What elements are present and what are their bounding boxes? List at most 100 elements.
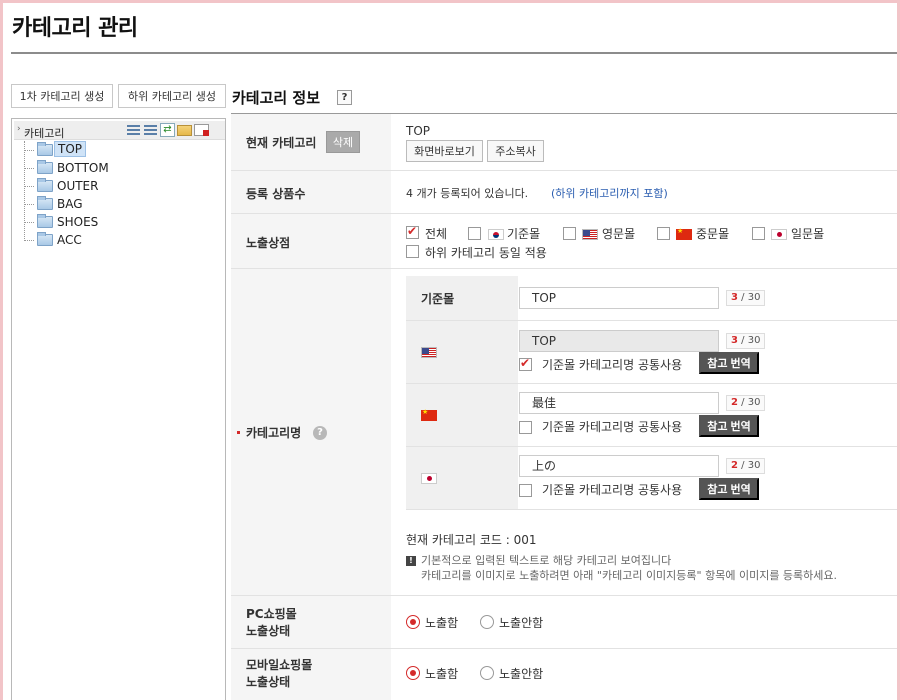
current-category-value: TOP (406, 124, 431, 138)
mobile-status-label-1: 모바일쇼핑몰 (246, 658, 313, 672)
warning-icon: ! (406, 556, 416, 566)
korea-flag-icon (488, 229, 504, 240)
folder-icon (37, 196, 53, 210)
pc-show-radio[interactable] (406, 615, 420, 629)
mobile-status-label-2: 노출상태 (246, 675, 291, 689)
include-sub-link[interactable]: (하위 카테고리까지 포함) (551, 185, 668, 201)
cn-share-label: 기준몰 카테고리명 공통사용 (542, 420, 683, 434)
cn-share-checkbox[interactable] (519, 421, 532, 434)
display-shop-label: 노출상점 (246, 236, 291, 250)
row-divider (391, 648, 897, 649)
product-count-value: 4 개가 등록되어 있습니다. (406, 187, 529, 200)
tree-connector (24, 141, 25, 241)
en-name-input[interactable]: TOP (519, 330, 719, 352)
base-char-counter: 3 / 30 (726, 290, 766, 306)
shop-base-label: 기준몰 (507, 227, 541, 241)
japan-flag-icon (771, 229, 787, 240)
product-count-label: 등록 상품수 (246, 187, 306, 201)
refresh-icon[interactable]: ⇄ (160, 123, 175, 137)
folder-icon (37, 232, 53, 246)
en-share-label: 기준몰 카테고리명 공통사용 (542, 358, 683, 372)
jp-char-counter: 2 / 30 (726, 458, 766, 474)
china-flag-icon (421, 408, 437, 421)
category-tree: › 카테고리 ⇄ TOP BOTTOM OUTER BAG SHOES ACC (11, 118, 226, 700)
help-icon[interactable]: ? (337, 90, 352, 105)
mobile-hide-radio[interactable] (480, 666, 494, 680)
en-translate-button[interactable]: 참고 번역 (699, 352, 759, 374)
label-cell-name: 카테고리명 ? (231, 269, 391, 596)
jp-share-label: 기준몰 카테고리명 공통사용 (542, 483, 683, 497)
pc-hide-label: 노출안함 (499, 616, 544, 630)
label-cell-count: 등록 상품수 (231, 171, 391, 214)
en-char-counter: 3 / 30 (726, 333, 766, 349)
shop-all-checkbox[interactable] (406, 224, 419, 239)
name-note-2: 카테고리를 이미지로 노출하려면 아래 "카테고리 이미지등록" 항목에 이미지… (421, 569, 838, 582)
tree-item-label: ACC (57, 233, 82, 247)
create-first-category-button[interactable]: 1차 카테고리 생성 (11, 84, 113, 108)
row-divider (391, 170, 897, 171)
shop-cn-label: 중문몰 (696, 227, 730, 241)
row-divider (406, 509, 897, 510)
tree-item-label: TOP (54, 141, 87, 157)
tree-root-label: 카테고리 (24, 127, 65, 140)
base-name-input[interactable]: TOP (519, 287, 719, 309)
jp-translate-button[interactable]: 참고 번역 (699, 478, 759, 500)
apply-sub-checkbox[interactable] (406, 245, 419, 258)
tree-item-label: OUTER (57, 179, 99, 193)
page-title: 카테고리 관리 (12, 16, 138, 41)
shop-base-checkbox[interactable] (468, 227, 481, 240)
shop-jp-checkbox[interactable] (752, 227, 765, 240)
delete-category-button[interactable]: 삭제 (326, 131, 360, 153)
category-name-label: 카테고리명 (246, 426, 302, 440)
mobile-show-radio[interactable] (406, 666, 420, 680)
usa-flag-icon (421, 347, 437, 358)
usa-flag-icon (582, 229, 598, 240)
folder-icon (37, 214, 53, 228)
cn-name-input[interactable]: 最佳 (519, 392, 719, 414)
row-divider (391, 268, 897, 269)
category-code: 현재 카테고리 코드 : 001 (406, 533, 537, 547)
copy-url-button[interactable]: 주소복사 (487, 140, 544, 162)
tree-toolbar: ⇄ (126, 123, 209, 137)
tree-item-label: BAG (57, 197, 83, 211)
expand-arrow-icon[interactable]: › (17, 124, 21, 134)
view-shortcut-button[interactable]: 화면바로보기 (406, 140, 483, 162)
cn-char-counter: 2 / 30 (726, 395, 766, 411)
folder-icon (37, 142, 53, 156)
current-category-label: 현재 카테고리 (246, 136, 317, 150)
folder-icon (37, 160, 53, 174)
mobile-show-label: 노출함 (425, 667, 459, 681)
china-flag-icon (676, 227, 692, 240)
section-title: 카테고리 정보 (232, 89, 321, 107)
move-folder-icon[interactable] (177, 125, 192, 136)
folder-icon (37, 178, 53, 192)
label-cell-pc-status: PC쇼핑몰 노출상태 (231, 596, 391, 649)
tree-root[interactable]: › 카테고리 ⇄ (14, 121, 225, 140)
shop-en-checkbox[interactable] (563, 227, 576, 240)
pc-status-label-1: PC쇼핑몰 (246, 607, 297, 621)
title-divider (11, 52, 897, 54)
label-cell-current: 현재 카테고리 삭제 (231, 114, 391, 171)
tree-item-label: SHOES (57, 215, 99, 229)
en-share-checkbox[interactable] (519, 356, 532, 371)
row-divider (391, 213, 897, 214)
base-mall-label: 기준몰 (421, 292, 455, 306)
delete-folder-icon[interactable] (194, 124, 209, 136)
apply-sub-label: 하위 카테고리 동일 적용 (425, 246, 547, 260)
create-sub-category-button[interactable]: 하위 카테고리 생성 (118, 84, 226, 108)
jp-name-input[interactable]: 上の (519, 455, 719, 477)
tree-item-label: BOTTOM (57, 161, 109, 175)
japan-flag-icon (421, 473, 437, 484)
shop-all-label: 전체 (425, 227, 448, 241)
jp-share-checkbox[interactable] (519, 484, 532, 497)
pc-hide-radio[interactable] (480, 615, 494, 629)
shop-cn-checkbox[interactable] (657, 227, 670, 240)
cn-translate-button[interactable]: 참고 번역 (699, 415, 759, 437)
shop-en-label: 영문몰 (602, 227, 636, 241)
shop-jp-label: 일문몰 (791, 227, 825, 241)
expand-all-icon[interactable] (126, 123, 141, 137)
collapse-all-icon[interactable] (143, 123, 158, 137)
help-icon[interactable]: ? (313, 426, 327, 440)
required-marker (237, 431, 240, 434)
name-note-1: 기본적으로 입력된 텍스트로 해당 카테고리 보여집니다 (421, 554, 672, 567)
